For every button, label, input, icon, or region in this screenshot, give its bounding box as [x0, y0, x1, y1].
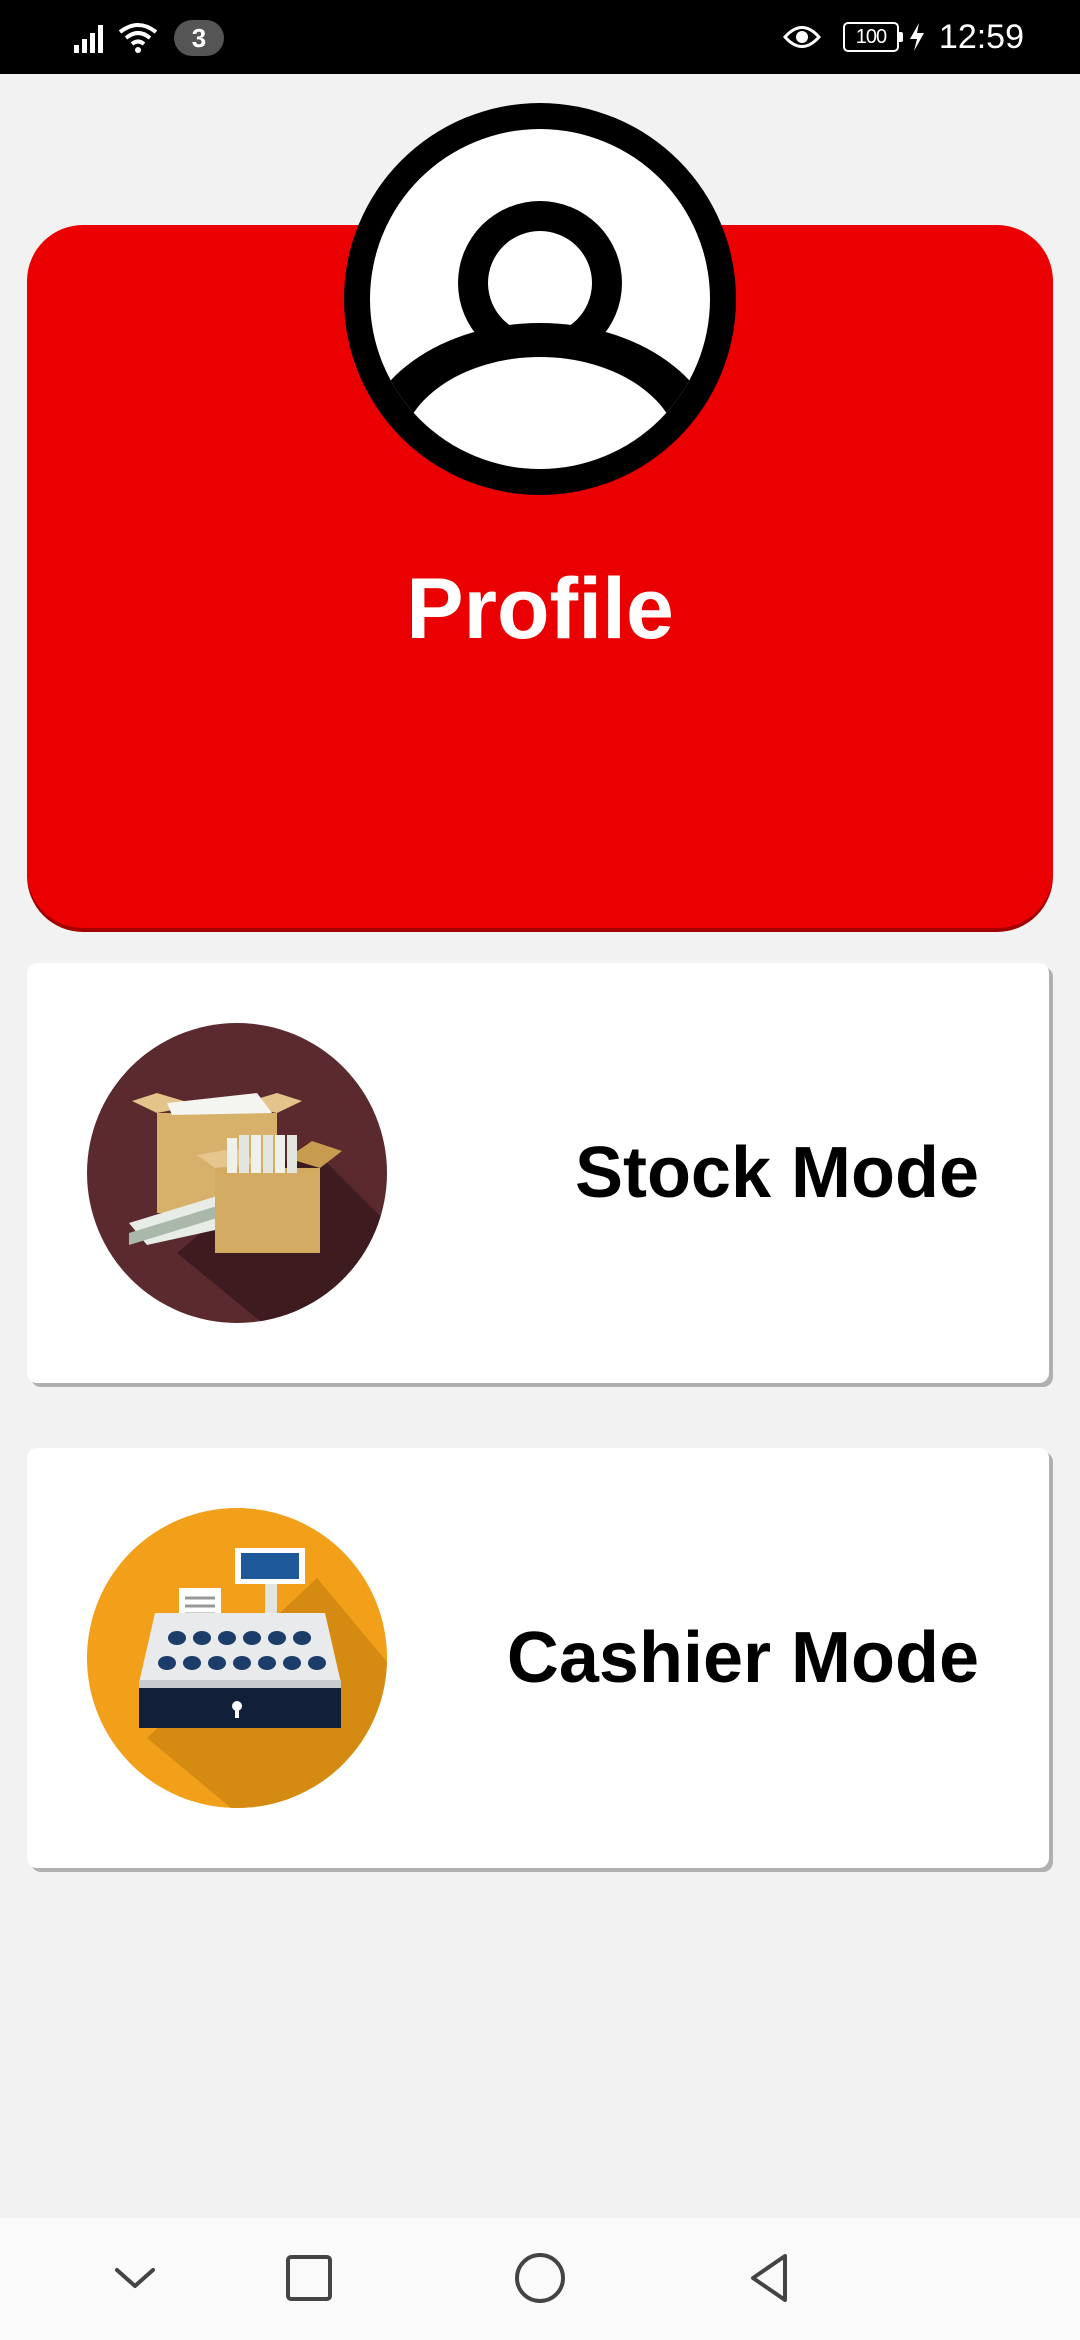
screen: 3 100 12:59 Profile Stock Mode Cashier M…: [0, 0, 1080, 2340]
profile-title: Profile: [406, 561, 674, 657]
navigation-bar: [0, 2218, 1080, 2340]
clock: 12:59: [938, 17, 1024, 56]
back-icon[interactable]: [741, 2248, 801, 2308]
boxes-icon: [87, 1023, 387, 1323]
charging-icon: [909, 23, 924, 51]
profile-avatar-icon[interactable]: [344, 103, 736, 495]
battery-icon: 100: [842, 22, 903, 52]
signal-icon: [74, 25, 103, 53]
cashier-mode-card[interactable]: Cashier Mode: [27, 1448, 1049, 1868]
recents-icon[interactable]: [279, 2248, 339, 2308]
eye-icon: [782, 26, 821, 48]
home-icon[interactable]: [510, 2248, 570, 2308]
stock-mode-label: Stock Mode: [574, 1133, 979, 1213]
notification-badge: 3: [174, 20, 224, 56]
stock-mode-card[interactable]: Stock Mode: [27, 963, 1049, 1383]
cash-register-icon: [87, 1508, 387, 1808]
wifi-icon: [118, 23, 158, 53]
chevron-down-icon[interactable]: [105, 2248, 165, 2308]
status-left: 3: [72, 18, 224, 58]
cashier-mode-label: Cashier Mode: [506, 1618, 979, 1698]
status-right: 100 12:59: [782, 16, 1024, 58]
status-bar: 3 100 12:59: [0, 0, 1080, 74]
